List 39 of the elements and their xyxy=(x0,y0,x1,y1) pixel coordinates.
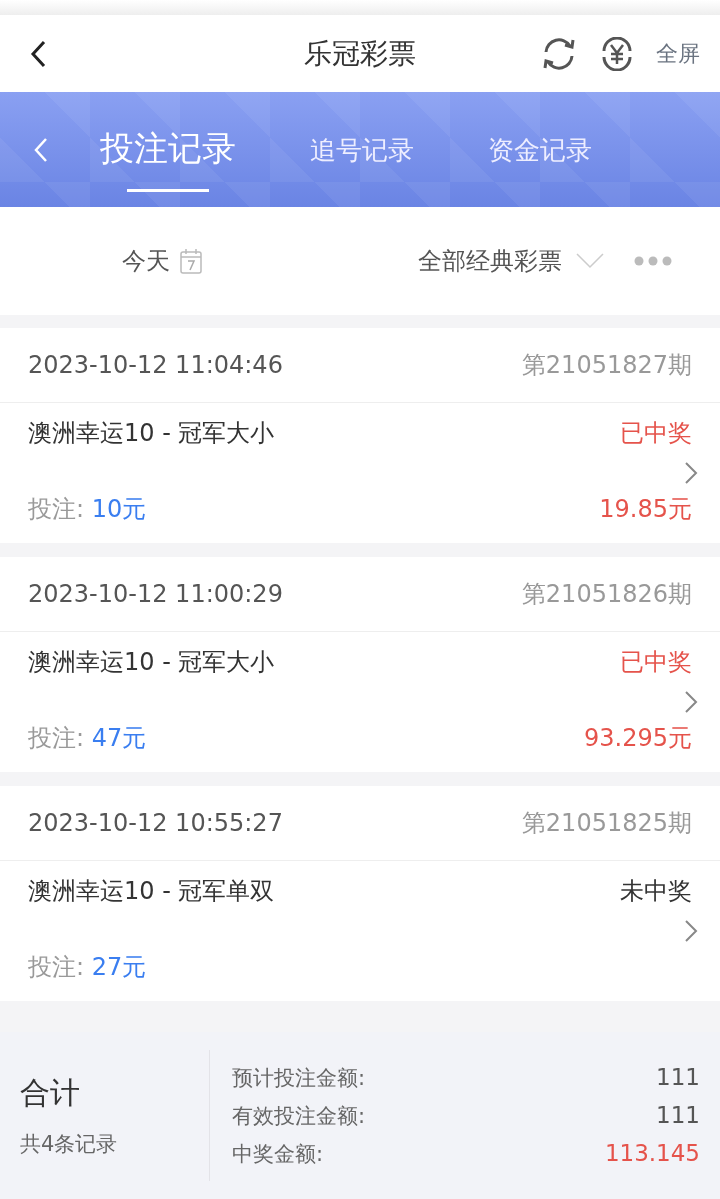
game-name: 澳洲幸运10 - 冠军大小 xyxy=(28,647,276,678)
result-status: 已中奖 xyxy=(620,418,692,449)
back-icon[interactable] xyxy=(30,39,46,68)
summary-value: 111 xyxy=(656,1063,700,1092)
date-filter[interactable]: 今天 xyxy=(122,245,170,277)
summary-title: 合计 xyxy=(20,1074,81,1112)
summary-label: 有效投注金额: xyxy=(232,1102,366,1130)
more-icon[interactable] xyxy=(634,256,672,266)
payout-amount: 93.295元 xyxy=(584,723,692,754)
chevron-right-icon[interactable] xyxy=(684,461,698,485)
issue-number: 第21051826期 xyxy=(521,579,692,610)
calendar-icon[interactable] xyxy=(180,248,202,274)
bet-amount: 投注: 27元 xyxy=(28,952,148,983)
category-filter[interactable]: 全部经典彩票 xyxy=(418,245,562,277)
result-status: 已中奖 xyxy=(620,647,692,678)
bet-time: 2023-10-12 11:00:29 xyxy=(28,580,283,608)
game-name: 澳洲幸运10 - 冠军大小 xyxy=(28,418,276,449)
game-name: 澳洲幸运10 - 冠军单双 xyxy=(28,876,276,907)
chevron-right-icon[interactable] xyxy=(684,690,698,714)
record-card[interactable]: 2023-10-12 11:04:46 第21051827期 澳洲幸运10 - 冠军大小 已中奖 投注: 10元 19.85元 xyxy=(0,328,720,543)
bet-time: 2023-10-12 10:55:27 xyxy=(28,809,283,837)
bet-amount: 投注: 47元 xyxy=(28,723,148,754)
fullscreen-button[interactable]: 全屏 xyxy=(656,38,700,69)
record-card[interactable]: 2023-10-12 10:55:27 第21051825期 澳洲幸运10 - 冠军单双 未中奖 投注: 27元 xyxy=(0,786,720,1001)
yuan-icon[interactable] xyxy=(600,36,634,71)
app-title: 乐冠彩票 xyxy=(304,36,416,70)
summary-value: 113.145 xyxy=(604,1139,700,1168)
issue-number: 第21051825期 xyxy=(521,808,692,839)
chevron-right-icon[interactable] xyxy=(684,919,698,943)
bet-amount: 投注: 10元 xyxy=(28,494,148,525)
issue-number: 第21051827期 xyxy=(521,350,692,381)
result-status: 未中奖 xyxy=(620,876,692,907)
bet-time: 2023-10-12 11:04:46 xyxy=(28,351,283,379)
payout-amount: 19.85元 xyxy=(599,494,692,525)
record-count: 共4条记录 xyxy=(20,1131,119,1158)
summary-value: 111 xyxy=(656,1101,700,1130)
summary-label: 中奖金额: xyxy=(232,1140,324,1168)
summary-label: 预计投注金额: xyxy=(232,1064,366,1092)
record-card[interactable]: 2023-10-12 11:00:29 第21051826期 澳洲幸运10 - 冠军大小 已中奖 投注: 47元 93.295元 xyxy=(0,557,720,772)
